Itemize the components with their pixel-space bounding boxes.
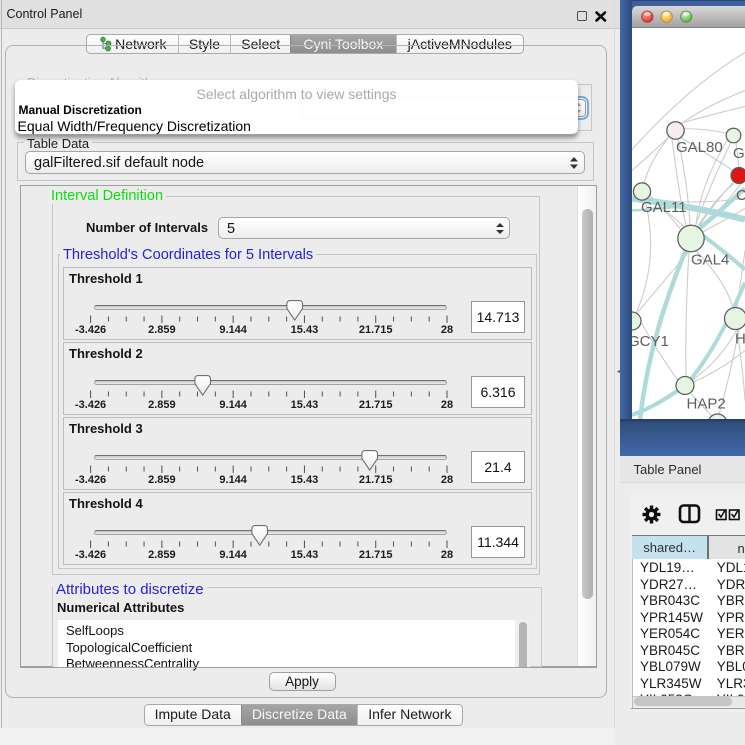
svg-text:GAL80: GAL80: [676, 139, 723, 156]
svg-text:C: C: [736, 187, 745, 204]
svg-text:GA: GA: [733, 145, 745, 162]
svg-text:GAL11: GAL11: [641, 199, 687, 216]
svg-text:GCY1: GCY1: [632, 332, 669, 349]
svg-text:HAP2: HAP2: [687, 395, 726, 412]
svg-text:HI: HI: [735, 330, 745, 347]
svg-text:GAL4: GAL4: [691, 251, 729, 268]
